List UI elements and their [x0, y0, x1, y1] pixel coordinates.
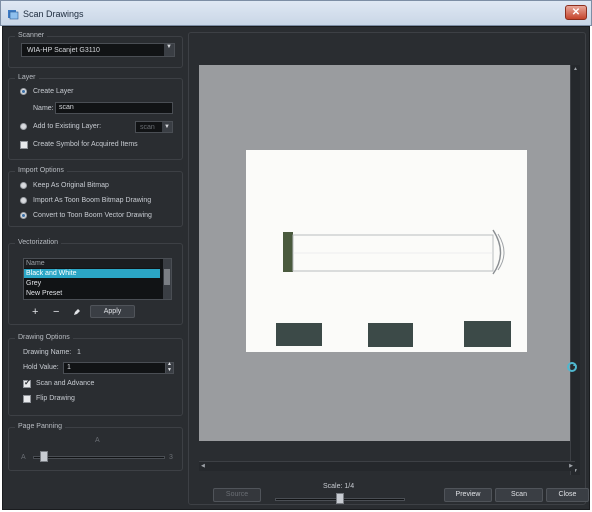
scroll-right-icon[interactable]: ▶: [569, 463, 573, 469]
page-panning-slider-knob[interactable]: [39, 451, 48, 462]
dialog-body: Scanner WIA-HP Scanjet G3110 ▼ Layer Cre…: [2, 26, 590, 510]
chevron-down-icon: ▼: [164, 44, 174, 56]
convert-vector-radio[interactable]: [20, 212, 27, 219]
scanner-selected-value: WIA-HP Scanjet G3110: [27, 47, 100, 54]
import-bitmap-radio[interactable]: [20, 197, 27, 204]
preview-button[interactable]: Preview: [444, 488, 492, 502]
scale-slider-knob[interactable]: [336, 493, 344, 504]
scanner-dropdown[interactable]: WIA-HP Scanjet G3110 ▼: [21, 43, 175, 57]
apply-button[interactable]: Apply: [90, 305, 135, 318]
scan-preview-area: [199, 65, 575, 441]
hold-value-input[interactable]: 1: [63, 362, 166, 374]
scanner-group-title: Scanner: [15, 32, 48, 39]
scanned-sheet-image: [246, 150, 527, 352]
page-panning-slider-track[interactable]: [33, 456, 165, 459]
flip-drawing-checkbox[interactable]: [23, 395, 31, 403]
panning-top-marker: A: [95, 437, 100, 444]
keep-original-label: Keep As Original Bitmap: [33, 182, 109, 189]
scanned-drawing: [276, 229, 511, 347]
drawing-name-value: 1: [77, 349, 81, 356]
page-panning-title: Page Panning: [15, 423, 65, 430]
keep-original-radio[interactable]: [20, 182, 27, 189]
source-button[interactable]: Source: [213, 488, 261, 502]
preview-horizontal-scrollbar[interactable]: ◀ ▶: [199, 461, 575, 471]
preset-item[interactable]: Grey: [24, 279, 160, 288]
flip-drawing-label: Flip Drawing: [36, 395, 75, 402]
create-symbol-label: Create Symbol for Acquired Items: [33, 141, 138, 148]
pencil-icon[interactable]: [73, 308, 81, 316]
remove-preset-icon[interactable]: −: [53, 306, 59, 318]
scan-advance-checkbox[interactable]: [23, 378, 31, 388]
chevron-down-icon: ▼: [162, 122, 172, 132]
scale-label: Scale: 1/4: [323, 483, 355, 490]
window-close-button[interactable]: ✕: [565, 5, 587, 20]
preset-list-header: Name: [24, 259, 160, 268]
app-icon: [8, 10, 19, 20]
hold-value-label: Hold Value:: [23, 364, 59, 371]
import-bitmap-label: Import As Toon Boom Bitmap Drawing: [33, 197, 152, 204]
create-layer-radio[interactable]: [20, 88, 27, 95]
refresh-icon[interactable]: [566, 361, 578, 373]
layer-name-label: Name:: [33, 105, 54, 112]
create-layer-label: Create Layer: [33, 88, 74, 95]
layer-group-title: Layer: [15, 74, 39, 81]
panning-left-marker: A: [21, 454, 26, 461]
add-preset-icon[interactable]: +: [32, 306, 38, 318]
existing-layer-value: scan: [140, 124, 155, 131]
scroll-up-icon[interactable]: ▲: [573, 66, 578, 72]
title-bar: Scan Drawings ✕: [0, 0, 592, 26]
convert-vector-label: Convert to Toon Boom Vector Drawing: [33, 212, 152, 219]
create-symbol-checkbox[interactable]: [20, 141, 28, 149]
import-options-title: Import Options: [15, 167, 67, 174]
scan-advance-label: Scan and Advance: [36, 380, 95, 387]
preview-vertical-scrollbar[interactable]: ▲ ▼: [570, 65, 580, 475]
close-button[interactable]: Close: [546, 488, 589, 502]
preset-item[interactable]: New Preset: [24, 289, 160, 298]
drawing-name-label: Drawing Name:: [23, 349, 72, 356]
preset-item[interactable]: Black and White: [24, 269, 160, 278]
drawing-options-title: Drawing Options: [15, 334, 73, 341]
scan-button[interactable]: Scan: [495, 488, 543, 502]
scroll-left-icon[interactable]: ◀: [201, 463, 205, 469]
layer-name-input[interactable]: scan: [55, 102, 173, 114]
hold-value-stepper[interactable]: ▲ ▼: [165, 361, 174, 374]
panning-right-marker: 3: [169, 454, 173, 461]
scrollbar-thumb[interactable]: [164, 269, 170, 285]
add-existing-layer-radio[interactable]: [20, 123, 27, 130]
add-existing-layer-label: Add to Existing Layer:: [33, 123, 102, 130]
preset-list-scrollbar[interactable]: [163, 259, 171, 299]
vectorization-preset-list[interactable]: Name Black and White Grey New Preset: [23, 258, 172, 300]
window-title: Scan Drawings: [23, 9, 84, 19]
page-panning-group: Page Panning: [8, 423, 183, 471]
stepper-down-icon[interactable]: ▼: [167, 367, 172, 373]
vectorization-title: Vectorization: [15, 239, 62, 246]
existing-layer-dropdown[interactable]: scan ▼: [135, 121, 173, 133]
